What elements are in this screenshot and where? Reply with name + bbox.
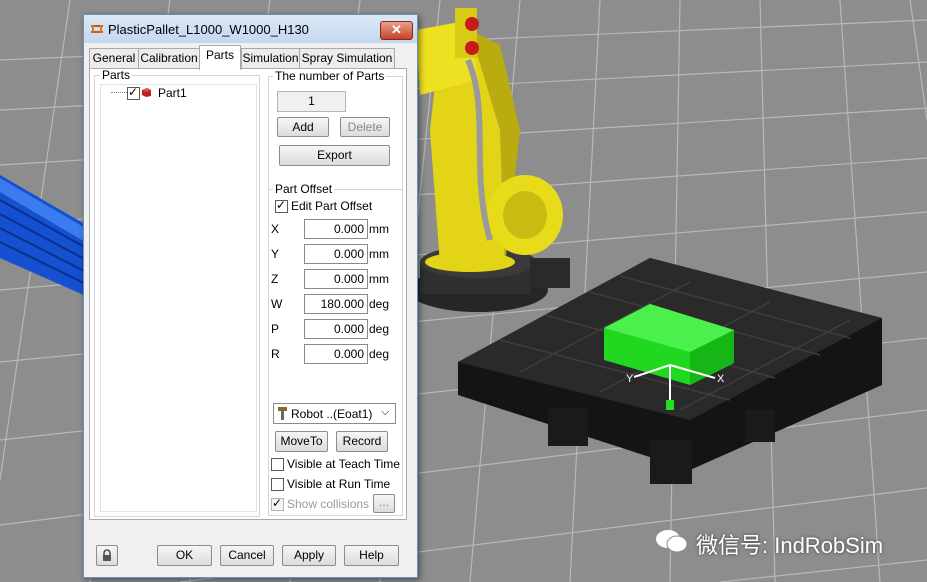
- parts-tree[interactable]: Part1: [100, 84, 257, 512]
- offset-x-unit: mm: [369, 222, 389, 236]
- moveto-button[interactable]: MoveTo: [275, 431, 328, 452]
- visible-teach-checkbox[interactable]: [271, 458, 284, 471]
- parts-group-label: Parts: [100, 68, 133, 82]
- offset-r-label: R: [271, 347, 280, 361]
- offset-y-unit: mm: [369, 247, 389, 261]
- record-button[interactable]: Record: [336, 431, 388, 452]
- show-collisions-label: Show collisions: [287, 497, 370, 511]
- offset-z-label: Z: [271, 272, 279, 286]
- edit-offset-label: Edit Part Offset: [291, 199, 373, 213]
- wechat-icon: [655, 528, 689, 554]
- pallet-properties-dialog: PlasticPallet_L1000_W1000_H130 ✕ General…: [83, 14, 418, 578]
- lock-icon: [103, 549, 111, 561]
- parts-count-field: 1: [277, 91, 346, 112]
- tab-calibration[interactable]: Calibration: [138, 48, 200, 69]
- part1-checkbox[interactable]: [127, 85, 140, 100]
- collisions-more-button[interactable]: ...: [373, 494, 395, 513]
- tool-select-value: Robot ..(Eoat1): [291, 407, 373, 421]
- visible-run-label: Visible at Run Time: [287, 477, 391, 491]
- export-button[interactable]: Export: [279, 145, 390, 166]
- offset-w-label: W: [271, 297, 283, 311]
- tab-simulation[interactable]: Simulation: [241, 48, 300, 69]
- axis-y-label: Y: [626, 373, 634, 385]
- offset-w-unit: deg: [369, 297, 390, 311]
- tab-general[interactable]: General: [89, 48, 139, 69]
- title-bar[interactable]: PlasticPallet_L1000_W1000_H130 ✕: [84, 15, 417, 43]
- tool-select[interactable]: Robot ..(Eoat1) ⌵: [273, 403, 396, 424]
- offset-z-unit: mm: [369, 272, 389, 286]
- offset-p-field[interactable]: 0.000: [304, 319, 368, 339]
- show-collisions-checkbox[interactable]: [271, 496, 284, 511]
- offset-p-label: P: [271, 322, 280, 336]
- offset-w-field[interactable]: 180.000: [304, 294, 368, 314]
- tab-spray-simulation[interactable]: Spray Simulation: [299, 48, 395, 69]
- apply-button[interactable]: Apply: [282, 545, 336, 566]
- offset-x-label: X: [271, 222, 280, 236]
- offset-y-label: Y: [271, 247, 280, 261]
- pallet-icon: [91, 25, 103, 33]
- dialog-title: PlasticPallet_L1000_W1000_H130: [108, 22, 309, 37]
- delete-button[interactable]: Delete: [340, 117, 390, 137]
- add-button[interactable]: Add: [277, 117, 329, 137]
- part-cube-icon: [142, 88, 151, 97]
- close-button[interactable]: ✕: [380, 21, 413, 40]
- parts-count-label: The number of Parts: [273, 69, 387, 83]
- watermark-text: 微信号: IndRobSim: [696, 533, 884, 558]
- offset-z-field[interactable]: 0.000: [304, 269, 368, 289]
- tool-icon: [278, 407, 287, 420]
- tab-parts[interactable]: Parts: [199, 45, 241, 70]
- chevron-down-icon: ⌵: [381, 406, 390, 418]
- visible-run-checkbox[interactable]: [271, 478, 284, 491]
- edit-offset-checkbox[interactable]: [275, 198, 288, 213]
- offset-p-unit: deg: [369, 322, 390, 336]
- cancel-button[interactable]: Cancel: [220, 545, 274, 566]
- offset-y-field[interactable]: 0.000: [304, 244, 368, 264]
- offset-r-unit: deg: [369, 347, 390, 361]
- tree-item-part1[interactable]: Part1: [158, 86, 187, 100]
- part-offset-label: Part Offset: [273, 182, 335, 196]
- lock-button[interactable]: [96, 545, 118, 566]
- offset-x-field[interactable]: 0.000: [304, 219, 368, 239]
- offset-r-field[interactable]: 0.000: [304, 344, 368, 364]
- visible-teach-label: Visible at Teach Time: [287, 457, 400, 471]
- parts-tab-page: Parts Part1 The number of Parts 1 Add De…: [89, 68, 407, 520]
- help-button[interactable]: Help: [344, 545, 399, 566]
- axis-x-label: X: [717, 373, 725, 385]
- ok-button[interactable]: OK: [157, 545, 212, 566]
